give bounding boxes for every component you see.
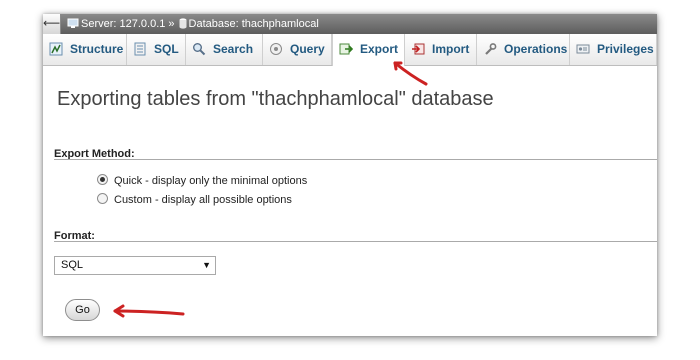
breadcrumb-trail: Server: 127.0.0.1» Database: thachphamlo… (67, 14, 319, 36)
radio-custom-export[interactable]: Custom - display all possible options (97, 193, 292, 206)
tab-export[interactable]: Export (332, 34, 405, 66)
tab-query[interactable]: Query (263, 34, 332, 65)
phpmyadmin-window: ⟵ Server: 127.0.0.1» Database: thachpham… (43, 14, 657, 336)
tab-sql[interactable]: SQL (127, 34, 186, 65)
privileges-icon (576, 42, 590, 56)
breadcrumb-separator: » (168, 18, 175, 30)
tab-privileges[interactable]: Privileges (570, 34, 657, 65)
radio-button-checked[interactable] (97, 174, 108, 185)
search-icon (192, 42, 206, 56)
divider (54, 241, 657, 242)
breadcrumb-database-link[interactable]: Database: thachphamlocal (189, 18, 319, 30)
radio-button[interactable] (97, 193, 108, 204)
radio-quick-label: Quick - display only the minimal options (114, 175, 308, 187)
server-icon (67, 16, 79, 36)
sql-icon (133, 42, 147, 56)
divider (54, 159, 657, 160)
page-title: Exporting tables from "thachphamlocal" d… (57, 88, 494, 110)
tab-operations[interactable]: Operations (477, 34, 570, 65)
go-button[interactable]: Go (65, 299, 100, 321)
structure-icon (49, 42, 63, 56)
format-selected-value: SQL (61, 259, 84, 271)
breadcrumb-server-link[interactable]: Server: 127.0.0.1 (81, 18, 165, 30)
export-icon (339, 42, 353, 56)
tab-import[interactable]: Import (405, 34, 477, 65)
operations-icon (483, 42, 497, 56)
radio-custom-label: Custom - display all possible options (114, 194, 292, 206)
collapse-button[interactable]: ⟵ (43, 14, 61, 34)
breadcrumb: ⟵ Server: 127.0.0.1» Database: thachpham… (43, 14, 657, 34)
tab-structure[interactable]: Structure (43, 34, 127, 65)
dropdown-arrow-icon: ▼ (202, 260, 211, 270)
radio-quick-export[interactable]: Quick - display only the minimal options (97, 174, 307, 187)
import-icon (411, 42, 425, 56)
annotation-arrow-go (113, 304, 185, 318)
annotation-arrow-export (393, 61, 428, 86)
query-icon (269, 42, 283, 56)
database-icon (179, 16, 187, 36)
tab-bar: Structure SQL Search Query Export Import (43, 34, 657, 66)
tab-search[interactable]: Search (186, 34, 263, 65)
format-select[interactable]: SQL ▼ (54, 256, 216, 275)
